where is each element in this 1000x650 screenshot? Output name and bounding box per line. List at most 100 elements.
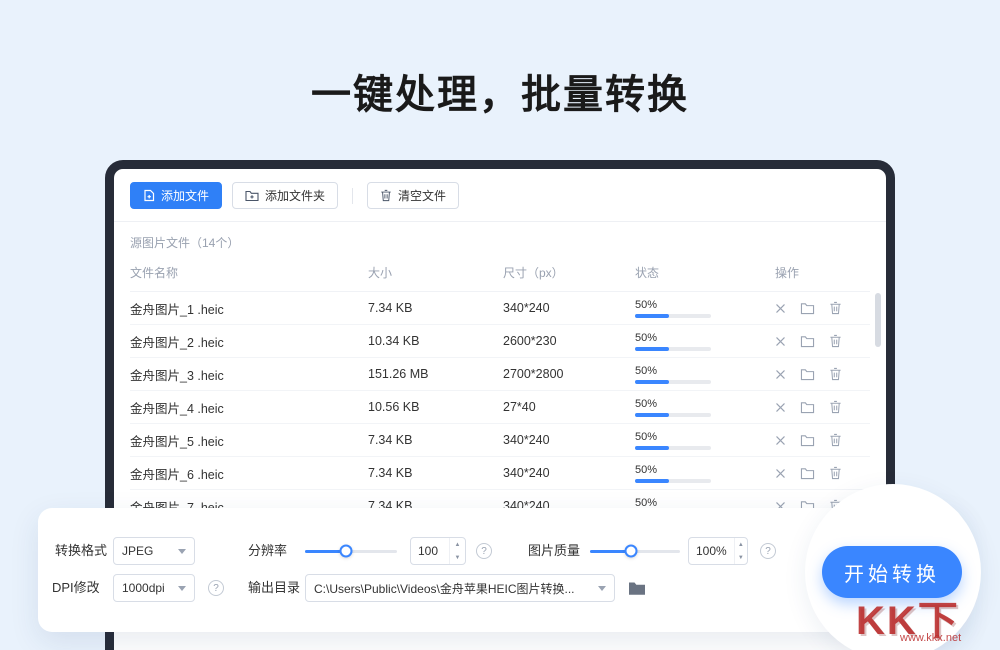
output-path-value: C:\Users\Public\Videos\金舟苹果HEIC图片转换...: [314, 580, 592, 597]
page-title: 一键处理，批量转换: [0, 62, 1000, 120]
watermark-url: www.kkx.net: [900, 632, 961, 644]
dpi-help-icon[interactable]: ?: [208, 580, 224, 596]
folder-icon: [800, 401, 815, 414]
format-select[interactable]: JPEG: [113, 537, 195, 565]
col-status: 状态: [635, 264, 775, 281]
col-file-name: 文件名称: [130, 264, 368, 281]
file-name: 金舟图片_6 .heic: [130, 464, 368, 483]
remove-file-button[interactable]: [775, 468, 786, 479]
table-header: 文件名称 大小 尺寸（px） 状态 操作: [130, 251, 870, 292]
progress-percent: 50%: [635, 465, 711, 476]
close-icon: [775, 468, 786, 479]
chevron-down-icon: [598, 586, 606, 591]
slider-track[interactable]: [590, 550, 680, 553]
file-status: 50%: [635, 398, 711, 417]
add-file-label: 添加文件: [161, 187, 209, 204]
file-status: 50%: [635, 299, 711, 318]
quality-input[interactable]: 100% ▲ ▼: [688, 537, 748, 565]
trash-icon: [829, 334, 842, 348]
delete-file-button[interactable]: [829, 433, 842, 447]
browse-folder-button[interactable]: [624, 574, 650, 602]
resolution-slider[interactable]: [305, 537, 397, 565]
open-location-button[interactable]: [800, 335, 815, 348]
remove-file-button[interactable]: [775, 303, 786, 314]
resolution-help-icon[interactable]: ?: [476, 543, 492, 559]
clear-files-label: 清空文件: [398, 187, 446, 204]
progress-bar: [635, 347, 711, 351]
open-location-button[interactable]: [800, 302, 815, 315]
resolution-input[interactable]: 100 ▲ ▼: [410, 537, 466, 565]
delete-file-button[interactable]: [829, 400, 842, 414]
file-status: 50%: [635, 464, 711, 483]
delete-file-button[interactable]: [829, 367, 842, 381]
file-status: 50%: [635, 332, 711, 351]
close-icon: [775, 435, 786, 446]
slider-track[interactable]: [305, 550, 397, 553]
quality-slider[interactable]: [590, 537, 680, 565]
folder-icon: [800, 368, 815, 381]
file-size: 10.34 KB: [368, 334, 503, 348]
scrollbar[interactable]: [875, 293, 881, 347]
folder-icon: [800, 302, 815, 315]
quality-help-icon[interactable]: ?: [760, 543, 776, 559]
increment-button[interactable]: ▲: [735, 538, 747, 551]
row-actions: [775, 301, 870, 315]
close-icon: [775, 336, 786, 347]
col-size: 大小: [368, 264, 503, 281]
format-value: JPEG: [122, 544, 172, 558]
slider-thumb[interactable]: [340, 545, 353, 558]
decrement-button[interactable]: ▼: [735, 551, 747, 564]
file-dims: 340*240: [503, 433, 635, 447]
chevron-down-icon: [178, 549, 186, 554]
file-table-body: 金舟图片_1 .heic7.34 KB340*24050%金舟图片_2 .hei…: [114, 292, 886, 523]
add-folder-button[interactable]: 添加文件夹: [232, 182, 338, 209]
open-location-button[interactable]: [800, 401, 815, 414]
trash-icon: [829, 367, 842, 381]
clear-files-button[interactable]: 清空文件: [367, 182, 459, 209]
format-label: 转换格式: [55, 537, 107, 565]
clear-files-icon: [380, 189, 392, 202]
file-dims: 340*240: [503, 466, 635, 480]
folder-icon: [800, 434, 815, 447]
delete-file-button[interactable]: [829, 334, 842, 348]
remove-file-button[interactable]: [775, 435, 786, 446]
remove-file-button[interactable]: [775, 336, 786, 347]
remove-file-button[interactable]: [775, 402, 786, 413]
open-location-button[interactable]: [800, 467, 815, 480]
quality-label: 图片质量: [528, 537, 580, 565]
dpi-select[interactable]: 1000dpi: [113, 574, 195, 602]
file-name: 金舟图片_4 .heic: [130, 398, 368, 417]
add-file-button[interactable]: 添加文件: [130, 182, 222, 209]
trash-icon: [829, 301, 842, 315]
folder-icon: [800, 335, 815, 348]
add-folder-label: 添加文件夹: [265, 187, 325, 204]
table-row: 金舟图片_6 .heic7.34 KB340*24050%: [130, 457, 870, 490]
file-dims: 27*40: [503, 400, 635, 414]
quality-value: 100%: [689, 538, 734, 564]
delete-file-button[interactable]: [829, 301, 842, 315]
progress-percent: 50%: [635, 300, 711, 311]
trash-icon: [829, 466, 842, 480]
close-icon: [775, 402, 786, 413]
output-path-select[interactable]: C:\Users\Public\Videos\金舟苹果HEIC图片转换...: [305, 574, 615, 602]
chevron-down-icon: [178, 586, 186, 591]
col-dims: 尺寸（px）: [503, 264, 635, 281]
progress-bar: [635, 314, 711, 318]
output-label: 输出目录: [248, 574, 300, 602]
add-file-icon: [143, 189, 155, 202]
delete-file-button[interactable]: [829, 466, 842, 480]
remove-file-button[interactable]: [775, 369, 786, 380]
open-location-button[interactable]: [800, 368, 815, 381]
file-size: 7.34 KB: [368, 433, 503, 447]
open-location-button[interactable]: [800, 434, 815, 447]
resolution-label: 分辨率: [248, 537, 287, 565]
file-section-title: 源图片文件（14个）: [130, 234, 870, 251]
slider-thumb[interactable]: [624, 545, 637, 558]
decrement-button[interactable]: ▼: [450, 551, 465, 564]
row-actions: [775, 400, 870, 414]
increment-button[interactable]: ▲: [450, 538, 465, 551]
table-row: 金舟图片_1 .heic7.34 KB340*24050%: [130, 292, 870, 325]
file-dims: 2700*2800: [503, 367, 635, 381]
trash-icon: [829, 433, 842, 447]
table-row: 金舟图片_3 .heic151.26 MB2700*280050%: [130, 358, 870, 391]
